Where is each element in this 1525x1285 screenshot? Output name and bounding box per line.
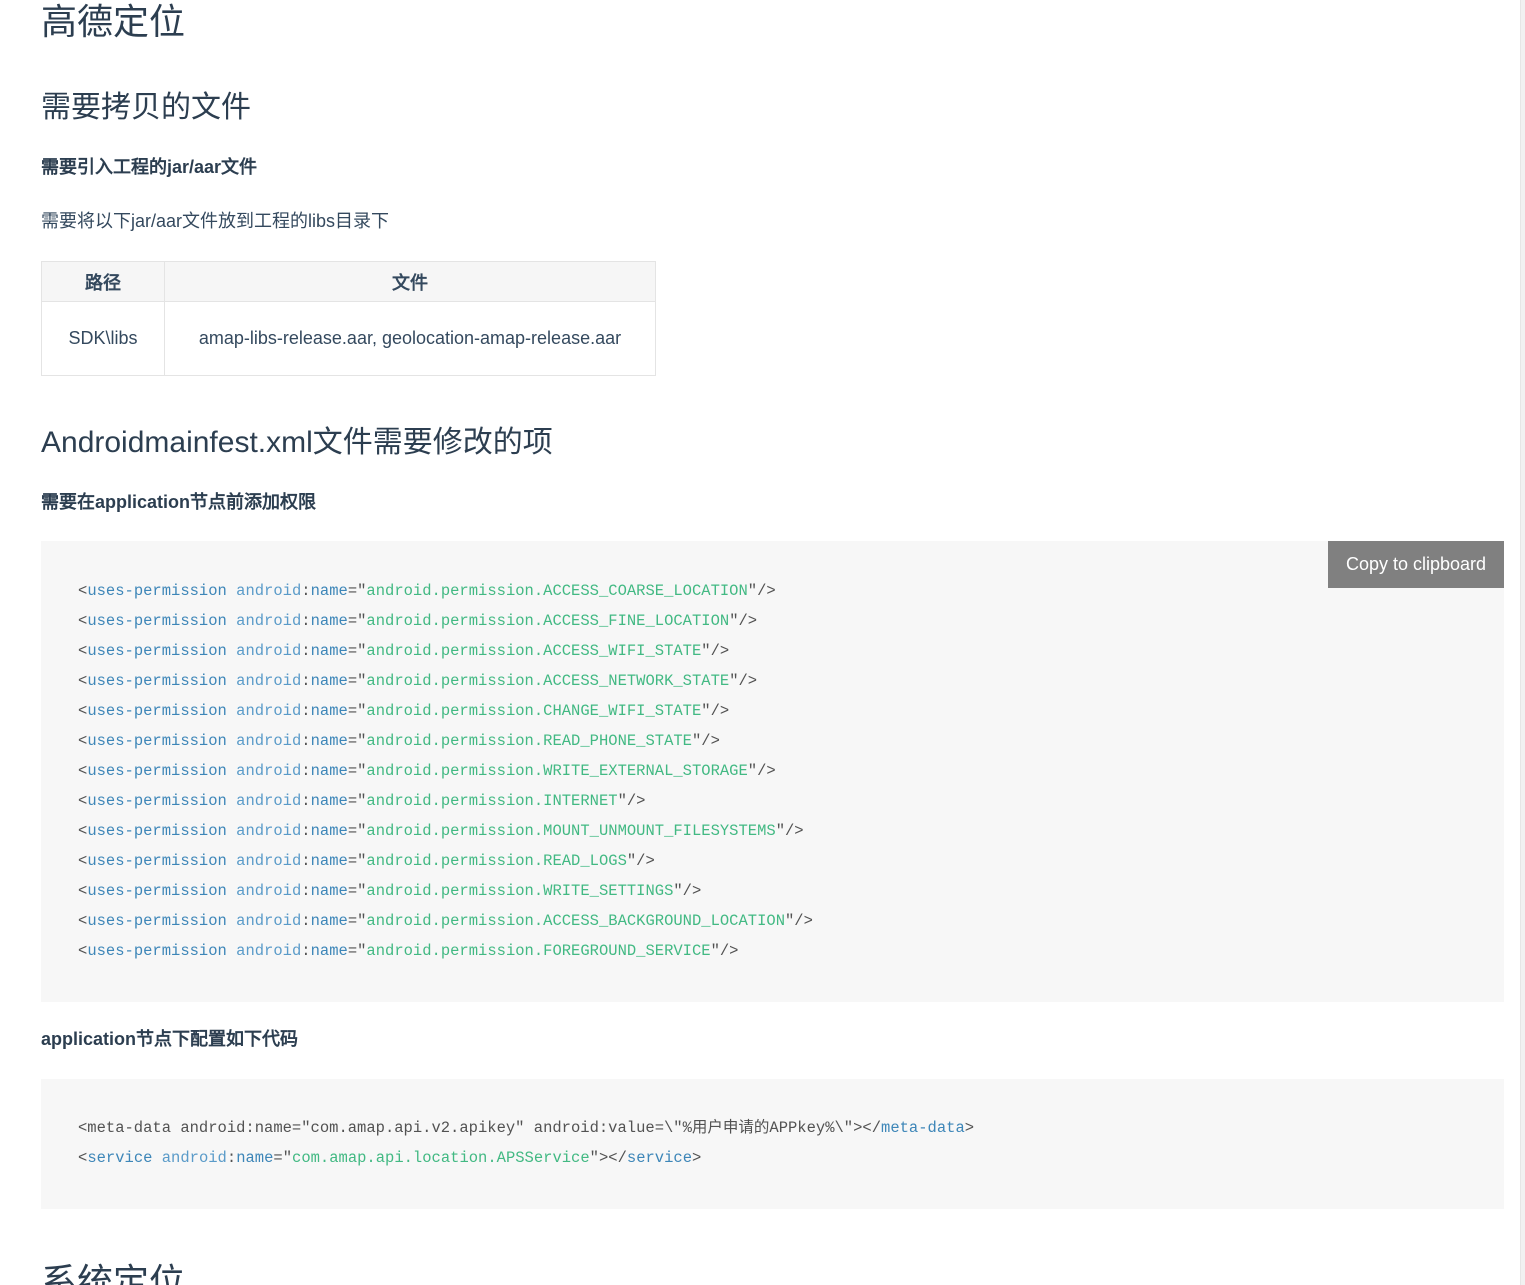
application-code-block: <meta-data android:name="com.amap.api.v2… (41, 1079, 1504, 1209)
copy-to-clipboard-button[interactable]: Copy to clipboard (1328, 541, 1504, 588)
table-cell-path: SDK\libs (41, 301, 165, 376)
code-line-permission: <uses-permission android:name="android.p… (78, 822, 804, 840)
subheading-permissions: 需要在application节点前添加权限 (41, 492, 317, 512)
code-line-permission: <uses-permission android:name="android.p… (78, 582, 776, 600)
code-line-permission: <uses-permission android:name="android.p… (78, 642, 730, 660)
code-line-permission: <uses-permission android:name="android.p… (78, 732, 720, 750)
permissions-code: <uses-permission android:name="android.p… (78, 576, 813, 966)
code-line-service: <service android:name="com.amap.api.loca… (78, 1149, 702, 1167)
table-row: SDK\libs amap-libs-release.aar, geolocat… (41, 301, 656, 376)
table-header-row: 路径 文件 (41, 261, 656, 302)
code-line-permission: <uses-permission android:name="android.p… (78, 702, 730, 720)
subheading-jar-aar: 需要引入工程的jar/aar文件 (41, 157, 258, 177)
table-header-file: 文件 (164, 261, 656, 302)
page-title: 高德定位 (41, 1, 186, 42)
permissions-code-block: Copy to clipboard <uses-permission andro… (41, 541, 1504, 1002)
code-line-meta-data: <meta-data android:name="com.amap.api.v2… (78, 1119, 975, 1137)
subheading-application: application节点下配置如下代码 (41, 1029, 299, 1049)
files-table: 路径 文件 SDK\libs amap-libs-release.aar, ge… (41, 261, 656, 376)
section-heading-manifest: Androidmainfest.xml文件需要修改的项 (41, 426, 553, 459)
code-line-permission: <uses-permission android:name="android.p… (78, 912, 813, 930)
code-line-permission: <uses-permission android:name="android.p… (78, 762, 776, 780)
paragraph-libs: 需要将以下jar/aar文件放到工程的libs目录下 (41, 211, 390, 231)
application-code: <meta-data android:name="com.amap.api.v2… (78, 1113, 974, 1173)
code-line-permission: <uses-permission android:name="android.p… (78, 792, 646, 810)
table-header-path: 路径 (41, 261, 165, 302)
section-heading-copy-files: 需要拷贝的文件 (41, 91, 251, 124)
code-line-permission: <uses-permission android:name="android.p… (78, 882, 702, 900)
next-section-title: 系统定位 (41, 1261, 186, 1285)
table-cell-file: amap-libs-release.aar, geolocation-amap-… (164, 301, 656, 376)
code-line-permission: <uses-permission android:name="android.p… (78, 672, 758, 690)
scrollbar[interactable] (1520, 0, 1525, 1285)
code-line-permission: <uses-permission android:name="android.p… (78, 852, 655, 870)
code-line-permission: <uses-permission android:name="android.p… (78, 942, 739, 960)
code-line-permission: <uses-permission android:name="android.p… (78, 612, 758, 630)
